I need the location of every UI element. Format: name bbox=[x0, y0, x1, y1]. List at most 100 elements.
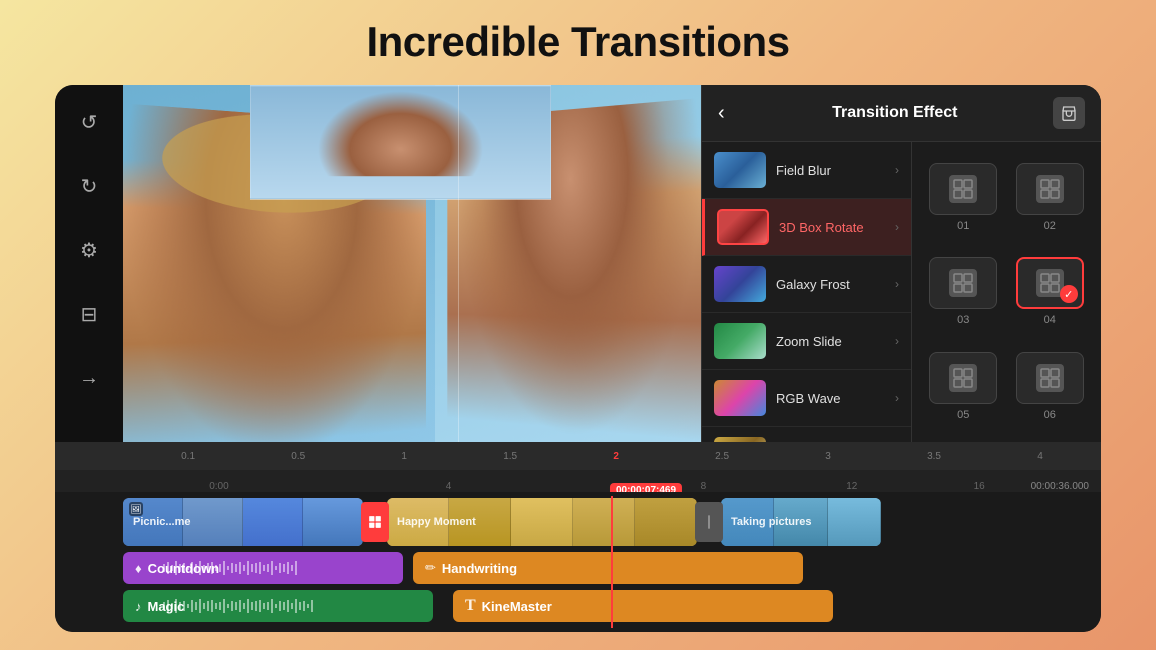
page-title: Incredible Transitions bbox=[0, 0, 1156, 66]
panel-header: ‹ Transition Effect bbox=[702, 85, 1101, 142]
track-content: Picnic...me 🖼 bbox=[123, 496, 1101, 628]
back-button[interactable]: ‹ bbox=[718, 102, 725, 125]
variant-cell-02[interactable]: 02 bbox=[1007, 150, 1094, 245]
clip-label-picnic: Picnic...me bbox=[133, 516, 190, 528]
export-icon[interactable]: → bbox=[72, 361, 106, 395]
preview-area bbox=[123, 85, 701, 442]
layers-icon[interactable]: ⊟ bbox=[72, 297, 106, 331]
time-mark-16: 16 bbox=[974, 481, 985, 492]
chevron-icon-3: › bbox=[895, 277, 899, 291]
ruler-mark: 1.5 bbox=[503, 451, 517, 462]
kinemaster-icon: T bbox=[465, 597, 476, 615]
time-mark-12: 12 bbox=[846, 481, 857, 492]
store-button[interactable] bbox=[1053, 97, 1085, 129]
video-track: Picnic...me 🖼 bbox=[123, 496, 1101, 548]
magic-clip[interactable]: ♪ Magic bbox=[123, 590, 433, 622]
time-mark-4: 4 bbox=[446, 481, 452, 492]
ruler-mark-active: 2 bbox=[613, 451, 619, 462]
settings-icon[interactable]: ⚙ bbox=[72, 233, 106, 267]
checkmark-icon: ✓ bbox=[1060, 285, 1078, 303]
transition-panel: ‹ Transition Effect Field Blur bbox=[701, 85, 1101, 442]
transition-thumb-rgb bbox=[714, 380, 766, 416]
variant-thumb-01 bbox=[929, 163, 997, 215]
transition-thumb-field-blur bbox=[714, 152, 766, 188]
track-left-space bbox=[55, 496, 123, 628]
transition-name-field-blur: Field Blur bbox=[776, 163, 831, 178]
ruler-mark: 4 bbox=[1037, 451, 1043, 462]
variant-cell-05[interactable]: 05 bbox=[920, 339, 1007, 434]
variant-grid: 01 bbox=[912, 142, 1101, 442]
audio-track-1: ♦ Countdown bbox=[123, 552, 1101, 586]
timecode-badge: 00:00:07:469 bbox=[610, 483, 682, 492]
panel-title: Transition Effect bbox=[737, 104, 1053, 122]
variant-inner-01 bbox=[949, 175, 977, 203]
time-mark-0: 0:00 bbox=[209, 481, 228, 492]
transition-item-field-blur[interactable]: Field Blur › bbox=[702, 142, 911, 199]
kinemaster-clip[interactable]: T KineMaster bbox=[453, 590, 833, 622]
variant-inner-02 bbox=[1036, 175, 1064, 203]
transition-name-galaxy: Galaxy Frost bbox=[776, 277, 850, 292]
variant-num-01: 01 bbox=[957, 220, 969, 232]
transition-name-3dbox: 3D Box Rotate bbox=[779, 220, 864, 235]
end-time: 00:00:36.000 bbox=[1031, 481, 1089, 492]
variant-num-02: 02 bbox=[1044, 220, 1056, 232]
transition-item-3dbox[interactable]: 3D Box Rotate › bbox=[702, 199, 911, 256]
ruler-mark: 1 bbox=[401, 451, 407, 462]
ruler-mark: 0.1 bbox=[181, 451, 195, 462]
video-clip-happy[interactable]: Happy Moment bbox=[387, 498, 697, 546]
variant-thumb-03 bbox=[929, 257, 997, 309]
ruler-mark: 0.5 bbox=[291, 451, 305, 462]
transition-thumb-zoom bbox=[714, 323, 766, 359]
variant-num-05: 05 bbox=[957, 409, 969, 421]
magic-label: Magic bbox=[148, 599, 185, 614]
variant-num-04: 04 bbox=[1044, 314, 1056, 326]
transition-list: Field Blur › 3D Box Rotate › Galaxy Fros… bbox=[702, 142, 912, 442]
left-toolbar: ↺ ↻ ⚙ ⊟ → bbox=[55, 85, 123, 442]
variant-thumb-04: ✓ bbox=[1016, 257, 1084, 309]
variant-thumb-02 bbox=[1016, 163, 1084, 215]
transition-item-rgb[interactable]: RGB Wave › bbox=[702, 370, 911, 427]
ruler-mark: 3.5 bbox=[927, 451, 941, 462]
magic-icon: ♪ bbox=[135, 599, 142, 614]
variant-thumb-05 bbox=[929, 352, 997, 404]
handwriting-icon: ✏ bbox=[425, 560, 436, 576]
redo-icon[interactable]: ↻ bbox=[72, 169, 106, 203]
video-clip-picnic[interactable]: Picnic...me 🖼 bbox=[123, 498, 363, 546]
ruler-mark: 2.5 bbox=[715, 451, 729, 462]
transition-item-cube[interactable]: Cube Flip › bbox=[702, 427, 911, 442]
track-area: Picnic...me 🖼 bbox=[55, 492, 1101, 632]
chevron-icon-4: › bbox=[895, 334, 899, 348]
transition-item-zoom[interactable]: Zoom Slide › bbox=[702, 313, 911, 370]
variant-cell-01[interactable]: 01 bbox=[920, 150, 1007, 245]
video-clip-taking[interactable]: Taking pictures bbox=[721, 498, 881, 546]
panel-content: Field Blur › 3D Box Rotate › Galaxy Fros… bbox=[702, 142, 1101, 442]
kinemaster-label: KineMaster bbox=[482, 599, 552, 614]
variant-num-03: 03 bbox=[957, 314, 969, 326]
clip-label-happy: Happy Moment bbox=[397, 516, 476, 528]
chevron-icon: › bbox=[895, 163, 899, 177]
transition-marker[interactable] bbox=[361, 502, 389, 542]
variant-inner-03 bbox=[949, 269, 977, 297]
transition-name-zoom: Zoom Slide bbox=[776, 334, 842, 349]
undo-icon[interactable]: ↺ bbox=[72, 105, 106, 139]
top-area: ↺ ↻ ⚙ ⊟ → bbox=[55, 85, 1101, 442]
time-mark-8: 8 bbox=[701, 481, 707, 492]
transition-thumb-galaxy bbox=[714, 266, 766, 302]
app-container: ↺ ↻ ⚙ ⊟ → bbox=[55, 85, 1101, 632]
variant-num-06: 06 bbox=[1044, 409, 1056, 421]
transition-name-rgb: RGB Wave bbox=[776, 391, 841, 406]
chevron-icon-5: › bbox=[895, 391, 899, 405]
variant-cell-03[interactable]: 03 bbox=[920, 245, 1007, 340]
preview-ruler: 0.1 0.5 1 1.5 2 2.5 3 3.5 4 bbox=[55, 442, 1101, 470]
countdown-icon: ♦ bbox=[135, 561, 142, 576]
magic-waveform bbox=[163, 597, 433, 615]
clip-divider[interactable] bbox=[695, 502, 723, 542]
countdown-clip[interactable]: ♦ Countdown bbox=[123, 552, 403, 584]
transition-thumb-3dbox bbox=[717, 209, 769, 245]
handwriting-clip[interactable]: ✏ Handwriting bbox=[413, 552, 803, 584]
transition-item-galaxy[interactable]: Galaxy Frost › bbox=[702, 256, 911, 313]
variant-cell-06[interactable]: 06 bbox=[1007, 339, 1094, 434]
chevron-icon-2: › bbox=[895, 220, 899, 234]
variant-cell-04[interactable]: ✓ 04 bbox=[1007, 245, 1094, 340]
variant-inner-05 bbox=[949, 364, 977, 392]
